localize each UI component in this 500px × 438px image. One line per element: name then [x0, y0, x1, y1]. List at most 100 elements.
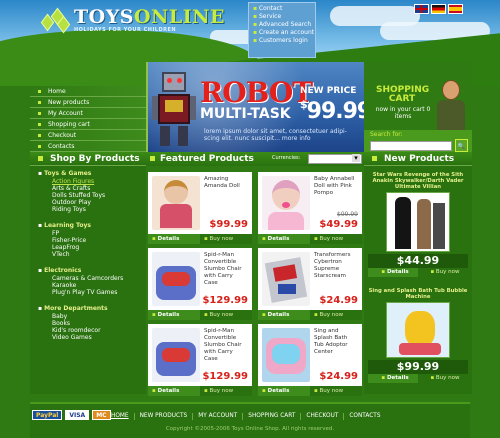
category-link[interactable]: Riding Toys [38, 206, 146, 213]
product-price: $99.99 [209, 219, 248, 230]
link-service[interactable]: Service [253, 13, 311, 21]
category-link[interactable]: Dolls Stuffed Toys [38, 192, 146, 199]
details-button[interactable]: Details [148, 386, 200, 396]
buy-now-button[interactable]: Buy now [418, 268, 468, 277]
currencies-label: Currencies: [272, 155, 301, 161]
buy-now-button[interactable]: Buy now [310, 234, 362, 244]
nav-shopping-cart[interactable]: Shopping cart [30, 119, 146, 130]
promo-banner[interactable]: ROBOT MULTI-TASK NEW PRICE $99.99 lorem … [146, 62, 364, 152]
nav-home[interactable]: Home [30, 86, 146, 97]
buy-now-button[interactable]: Buy now [200, 310, 252, 320]
product-name[interactable]: Spid-r-Man Convertible Slumbo Chair with… [204, 252, 248, 287]
site-logo[interactable]: TOYSONLINE [74, 6, 225, 28]
category-link[interactable]: Arts & Crafts [38, 185, 146, 192]
new-product-price: $99.99 [368, 360, 468, 374]
new-product-title[interactable]: Star Wars Revenge of the Sith Anakin Sky… [368, 172, 468, 190]
product-image[interactable] [262, 252, 310, 306]
category-link[interactable]: VTech [38, 251, 146, 258]
details-button[interactable]: Details [368, 374, 418, 383]
footer-link-shopping-cart[interactable]: SHOPPING CART [242, 413, 300, 420]
category-title[interactable]: Learning Toys [38, 222, 146, 230]
footer-link-new-products[interactable]: NEW PRODUCTS [133, 413, 193, 420]
product-name[interactable]: Sing and Splash Bath Tub Adoptor Center [314, 328, 358, 356]
cart-title: SHOPPING CART [376, 85, 430, 104]
product-image[interactable] [152, 328, 200, 382]
paypal-logo: PayPal [32, 410, 63, 420]
product-image[interactable] [386, 192, 450, 252]
category-link[interactable]: Baby [38, 313, 146, 320]
banner-subheadline: MULTI-TASK [200, 106, 291, 122]
category-title[interactable]: Toys & Games [38, 170, 146, 178]
product-name[interactable]: Amazing Amanda Doll [204, 176, 248, 190]
product-card: Sing and Splash Bath Tub Adoptor Center … [256, 324, 362, 396]
product-name[interactable]: Baby Annabell Doll with Pink Pompo [314, 176, 358, 197]
product-name[interactable]: Transformers Cybertron Supreme Starscrea… [314, 252, 358, 280]
details-button[interactable]: Details [148, 310, 200, 320]
product-name[interactable]: Spid-r-Man Convertible Slumbo Chair with… [204, 328, 248, 363]
search-input[interactable] [370, 141, 452, 151]
site-tagline: HOLIDAYS FOR YOUR CHILDREN [74, 27, 177, 33]
nav-my-account[interactable]: My Account [30, 108, 146, 119]
link-advanced-search[interactable]: Advanced Search [253, 21, 311, 29]
link-customers-login[interactable]: Customers login [253, 37, 311, 45]
buy-now-button[interactable]: Buy now [310, 386, 362, 396]
category-link[interactable]: Action Figures [38, 178, 146, 185]
product-image[interactable] [262, 176, 310, 230]
details-button[interactable]: Details [258, 234, 310, 244]
footer-link-home[interactable]: HOME [106, 413, 134, 420]
nav-new-products[interactable]: New products [30, 97, 146, 108]
details-button[interactable]: Details [258, 310, 310, 320]
buy-now-button[interactable]: Buy now [200, 386, 252, 396]
buy-now-button[interactable]: Buy now [418, 374, 468, 383]
footer-link-contacts[interactable]: CONTACTS [343, 413, 385, 420]
product-image[interactable] [262, 328, 310, 382]
new-product-price: $44.99 [368, 254, 468, 268]
details-button[interactable]: Details [258, 386, 310, 396]
product-card: Spid-r-Man Convertible Slumbo Chair with… [146, 248, 252, 320]
shop-by-products-title: Shop By Products [30, 152, 146, 166]
new-product-title[interactable]: Sing and Splash Bath Tub Bubble Machine [368, 288, 468, 300]
product-card: Baby Annabell Doll with Pink Pompo $99.9… [256, 172, 362, 244]
category-title[interactable]: Electronics [38, 267, 146, 275]
category-link[interactable]: LeapFrog [38, 244, 146, 251]
banner-price: $99.99 [300, 98, 364, 124]
banner-description: lorem ipsum dolor sit amet, consectetuer… [204, 128, 347, 142]
details-button[interactable]: Details [148, 234, 200, 244]
language-flags [414, 4, 463, 14]
product-image[interactable] [152, 176, 200, 230]
search-icon: 🔍 [457, 143, 466, 150]
nav-contacts[interactable]: Contacts [30, 141, 146, 152]
currency-select[interactable] [308, 154, 362, 164]
flag-spain-icon[interactable] [448, 4, 463, 14]
category-link[interactable]: Fisher-Price [38, 237, 146, 244]
link-create-account[interactable]: Create an account [253, 29, 314, 37]
footer-link-my-account[interactable]: MY ACCOUNT [192, 413, 242, 420]
nav-checkout[interactable]: Checkout [30, 130, 146, 141]
main-nav: Home New products My Account Shopping ca… [30, 86, 146, 152]
buy-now-button[interactable]: Buy now [310, 310, 362, 320]
flag-uk-icon[interactable] [414, 4, 429, 14]
category-link[interactable]: FP [38, 230, 146, 237]
category-link[interactable]: Video Games [38, 334, 146, 341]
category-link[interactable]: Kid's roomdecor [38, 327, 146, 334]
link-contact[interactable]: Contact [253, 5, 311, 13]
details-button[interactable]: Details [368, 268, 418, 277]
flag-germany-icon[interactable] [431, 4, 446, 14]
category-link[interactable]: Karaoke [38, 282, 146, 289]
product-price: $49.99 [319, 219, 358, 230]
buy-now-button[interactable]: Buy now [200, 234, 252, 244]
new-product-card: Sing and Splash Bath Tub Bubble Machine … [368, 288, 468, 383]
payment-logos: PayPal VISA MC [32, 410, 111, 420]
category-title[interactable]: More Departments [38, 305, 146, 313]
category-link[interactable]: Plug'n Play TV Games [38, 289, 146, 296]
product-image[interactable] [152, 252, 200, 306]
logo-icon[interactable] [40, 7, 71, 34]
search-button[interactable]: 🔍 [455, 139, 468, 152]
category-link[interactable]: Outdoor Play [38, 199, 146, 206]
product-image[interactable] [386, 302, 450, 358]
category-group: Toys & Games Action Figures Arts & Craft… [30, 166, 146, 216]
category-link[interactable]: Cameras & Camcorders [38, 275, 146, 282]
product-card: Amazing Amanda Doll $99.99 Details Buy n… [146, 172, 252, 244]
footer-link-checkout[interactable]: CHECKOUT [300, 413, 343, 420]
category-link[interactable]: Books [38, 320, 146, 327]
